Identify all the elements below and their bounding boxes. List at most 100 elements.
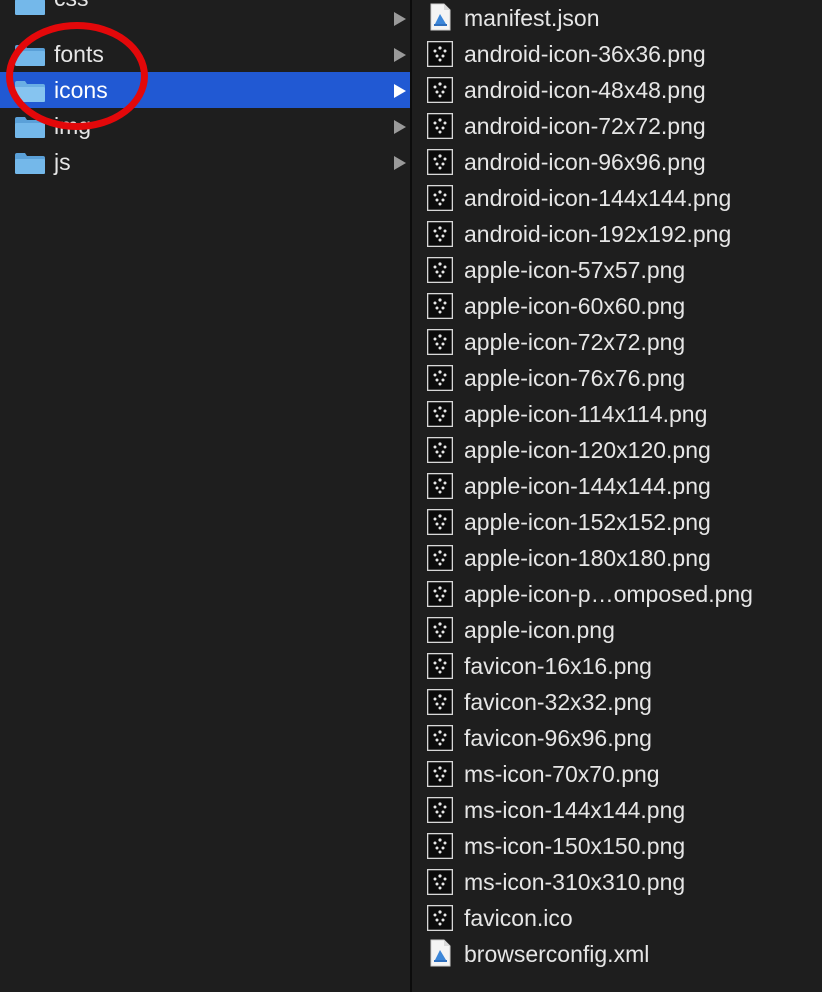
file-label: apple-icon-180x180.png — [464, 545, 711, 571]
file-row[interactable]: favicon-96x96.png — [412, 720, 822, 756]
file-label: android-icon-96x96.png — [464, 149, 706, 175]
file-label: favicon-96x96.png — [464, 725, 652, 751]
folder-icon — [14, 151, 46, 175]
file-label: apple-icon-144x144.png — [464, 473, 711, 499]
file-row[interactable]: favicon-16x16.png — [412, 648, 822, 684]
file-label: apple-icon-60x60.png — [464, 293, 686, 319]
xml-document-icon — [427, 939, 453, 967]
image-thumbnail-icon — [426, 40, 454, 68]
file-row[interactable]: apple-icon-180x180.png — [412, 540, 822, 576]
file-row[interactable]: manifest.json — [412, 0, 822, 36]
folder-row-fonts[interactable]: fonts — [0, 36, 410, 72]
file-label: android-icon-48x48.png — [464, 77, 706, 103]
file-label: ms-icon-70x70.png — [464, 761, 660, 787]
file-label: ms-icon-310x310.png — [464, 869, 686, 895]
folder-label: img — [54, 113, 92, 139]
chevron-right-icon — [394, 84, 406, 98]
file-row[interactable]: android-icon-192x192.png — [412, 216, 822, 252]
file-row[interactable]: android-icon-96x96.png — [412, 144, 822, 180]
image-thumbnail-icon — [426, 472, 454, 500]
image-thumbnail-icon — [426, 436, 454, 464]
file-row[interactable]: apple-icon-60x60.png — [412, 288, 822, 324]
folder-row-js[interactable]: js — [0, 144, 410, 180]
image-thumbnail-icon — [426, 400, 454, 428]
file-row[interactable]: ms-icon-150x150.png — [412, 828, 822, 864]
image-thumbnail-icon — [426, 184, 454, 212]
image-thumbnail-icon — [426, 580, 454, 608]
folder-label: fonts — [54, 41, 104, 67]
file-label: browserconfig.xml — [464, 941, 650, 967]
file-row[interactable]: apple-icon-76x76.png — [412, 360, 822, 396]
file-label: apple-icon.png — [464, 617, 615, 643]
file-label: manifest.json — [464, 5, 600, 31]
folder-row-css[interactable]: css — [0, 0, 410, 36]
image-thumbnail-icon — [426, 112, 454, 140]
file-row[interactable]: favicon-32x32.png — [412, 684, 822, 720]
file-label: ms-icon-150x150.png — [464, 833, 686, 859]
folder-label: css — [54, 0, 89, 12]
file-row[interactable]: apple-icon-144x144.png — [412, 468, 822, 504]
file-label: favicon-32x32.png — [464, 689, 652, 715]
file-label: apple-icon-72x72.png — [464, 329, 686, 355]
file-label: android-icon-36x36.png — [464, 41, 706, 67]
image-thumbnail-icon — [426, 796, 454, 824]
finder-column-view: css fonts icons img — [0, 0, 822, 992]
folder-label: js — [54, 149, 71, 175]
folder-icon — [14, 43, 46, 67]
file-label: apple-icon-120x120.png — [464, 437, 711, 463]
file-row[interactable]: apple-icon-120x120.png — [412, 432, 822, 468]
image-thumbnail-icon — [426, 544, 454, 572]
image-thumbnail-icon — [426, 724, 454, 752]
file-label: android-icon-72x72.png — [464, 113, 706, 139]
image-thumbnail-icon — [426, 76, 454, 104]
file-row[interactable]: ms-icon-310x310.png — [412, 864, 822, 900]
json-document-icon — [427, 3, 453, 31]
image-thumbnail-icon — [426, 364, 454, 392]
file-label: ms-icon-144x144.png — [464, 797, 686, 823]
file-row[interactable]: apple-icon.png — [412, 612, 822, 648]
folder-label: icons — [54, 77, 108, 103]
image-thumbnail-icon — [426, 832, 454, 860]
chevron-right-icon — [394, 120, 406, 134]
image-thumbnail-icon — [426, 148, 454, 176]
file-row[interactable]: favicon.ico — [412, 900, 822, 936]
file-row[interactable]: browserconfig.xml — [412, 936, 822, 972]
file-row[interactable]: apple-icon-114x114.png — [412, 396, 822, 432]
file-label: favicon.ico — [464, 905, 573, 931]
file-row[interactable]: android-icon-144x144.png — [412, 180, 822, 216]
file-label: apple-icon-152x152.png — [464, 509, 711, 535]
file-row[interactable]: apple-icon-72x72.png — [412, 324, 822, 360]
chevron-right-icon — [394, 12, 406, 26]
image-thumbnail-icon — [426, 760, 454, 788]
file-label: android-icon-144x144.png — [464, 185, 732, 211]
file-label: android-icon-192x192.png — [464, 221, 732, 247]
image-thumbnail-icon — [426, 220, 454, 248]
folder-row-icons[interactable]: icons — [0, 72, 410, 108]
image-thumbnail-icon — [426, 256, 454, 284]
image-thumbnail-icon — [426, 652, 454, 680]
folder-icon — [14, 115, 46, 139]
image-thumbnail-icon — [426, 904, 454, 932]
file-row[interactable]: ms-icon-70x70.png — [412, 756, 822, 792]
file-row[interactable]: apple-icon-57x57.png — [412, 252, 822, 288]
image-thumbnail-icon — [426, 688, 454, 716]
image-thumbnail-icon — [426, 508, 454, 536]
file-row[interactable]: apple-icon-p…omposed.png — [412, 576, 822, 612]
image-thumbnail-icon — [426, 292, 454, 320]
file-row[interactable]: ms-icon-144x144.png — [412, 792, 822, 828]
folder-column: css fonts icons img — [0, 0, 410, 992]
folder-icon — [14, 0, 46, 16]
chevron-right-icon — [394, 48, 406, 62]
file-label: favicon-16x16.png — [464, 653, 652, 679]
file-row[interactable]: android-icon-48x48.png — [412, 72, 822, 108]
chevron-right-icon — [394, 156, 406, 170]
file-row[interactable]: android-icon-72x72.png — [412, 108, 822, 144]
image-thumbnail-icon — [426, 868, 454, 896]
file-row[interactable]: apple-icon-152x152.png — [412, 504, 822, 540]
file-label: apple-icon-114x114.png — [464, 401, 708, 427]
image-thumbnail-icon — [426, 616, 454, 644]
file-row[interactable]: android-icon-36x36.png — [412, 36, 822, 72]
folder-row-img[interactable]: img — [0, 108, 410, 144]
image-thumbnail-icon — [426, 328, 454, 356]
file-label: apple-icon-p…omposed.png — [464, 581, 753, 607]
